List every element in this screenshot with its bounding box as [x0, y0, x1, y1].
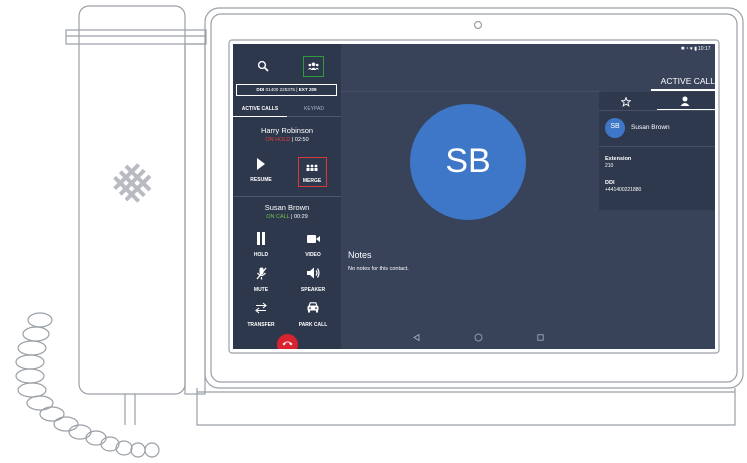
- video-button[interactable]: VIDEO: [293, 232, 333, 260]
- speaker-button[interactable]: SPEAKER: [293, 267, 333, 295]
- merge-button[interactable]: MERGE: [298, 157, 327, 187]
- speaker-label: SPEAKER: [300, 287, 326, 293]
- play-icon: [257, 158, 265, 170]
- call2-status: ON CALL: [266, 214, 290, 220]
- contact-ddi-label: DDI: [605, 180, 615, 186]
- extension-label: Extension: [605, 156, 632, 162]
- transfer-icon: [255, 302, 267, 314]
- hold-label: HOLD: [253, 252, 269, 258]
- sidebar: DDI 01400 225375 | EXT 209 ACTIVE CALLS …: [233, 44, 341, 349]
- ext-number: 209: [308, 87, 317, 92]
- search-icon[interactable]: [257, 60, 269, 72]
- notes-text: No notes for this contact.: [348, 266, 409, 272]
- merge-icon: [306, 164, 318, 171]
- extension-value: 210: [605, 163, 614, 169]
- nav-home-icon[interactable]: [474, 333, 483, 342]
- speaker-icon: [307, 267, 320, 279]
- mute-button[interactable]: MUTE: [241, 267, 281, 295]
- brand-logo-icon: [113, 163, 152, 203]
- status-bar-time: 10:17: [698, 46, 711, 52]
- contact-ddi-value: +441400221880: [605, 187, 642, 193]
- tab-keypad[interactable]: KEYPAD: [287, 102, 341, 117]
- park-call-button[interactable]: PARK CALL: [293, 302, 333, 330]
- contact-small-avatar: SB: [605, 118, 625, 138]
- contact-tabs-divider: [599, 110, 715, 111]
- call2-timer: 00:29: [294, 214, 308, 220]
- mute-icon: [256, 267, 267, 280]
- transfer-label: TRANSFER: [247, 322, 275, 328]
- hangup-icon: [282, 341, 293, 346]
- call-divider: [233, 196, 341, 197]
- device-screen: ⌒ ⚡ ✱ ⁴ ♥ ▮ 10:17 DDI 01400 225375 | EXT…: [233, 44, 715, 349]
- status-bar-right-icons: ✱ ⁴ ♥ ▮: [680, 46, 697, 52]
- resume-label: RESUME: [250, 177, 272, 183]
- large-avatar-initials: SB: [445, 142, 491, 180]
- favorite-star-icon[interactable]: [621, 97, 631, 107]
- call1-timer: 02:50: [294, 137, 309, 143]
- nav-recents-icon[interactable]: [537, 334, 544, 341]
- ext-label: EXT: [298, 87, 308, 92]
- tab-active-calls[interactable]: ACTIVE CALLS: [233, 102, 287, 117]
- merge-label: MERGE: [302, 178, 322, 184]
- end-call-button[interactable]: [277, 334, 298, 349]
- contact-panel: SB Susan Brown Extension 210 DDI +441400…: [599, 92, 715, 210]
- park-call-label: PARK CALL: [298, 322, 328, 328]
- hold-button[interactable]: HOLD: [241, 232, 281, 260]
- call2-status-row: ON CALL | 00:29: [266, 214, 308, 220]
- contact-divider: [599, 146, 715, 147]
- active-call-underline: [651, 89, 715, 91]
- call1-status-row: ON HOLD | 02:50: [265, 137, 309, 143]
- contact-small-avatar-initials: SB: [610, 123, 620, 130]
- contacts-group-icon: [308, 62, 319, 70]
- ddi-ext-box: DDI 01400 225375 | EXT 209: [236, 84, 337, 96]
- mute-label: MUTE: [253, 287, 269, 293]
- nav-back-icon[interactable]: [413, 334, 420, 341]
- video-icon: [307, 235, 320, 243]
- pause-icon: [257, 232, 265, 245]
- person-icon[interactable]: [680, 96, 690, 106]
- car-icon: [307, 302, 319, 313]
- header-divider: [341, 91, 601, 92]
- large-avatar: SB: [410, 104, 526, 220]
- contact-name: Susan Brown: [631, 124, 670, 131]
- resume-button[interactable]: RESUME: [241, 156, 281, 188]
- transfer-button[interactable]: TRANSFER: [241, 302, 281, 330]
- contacts-button[interactable]: [303, 56, 324, 77]
- active-call-tab[interactable]: ACTIVE CALL: [651, 76, 715, 90]
- notes-title: Notes: [348, 250, 372, 260]
- call1-status: ON HOLD: [265, 137, 291, 143]
- call1-name: Harry Robinson: [260, 126, 314, 135]
- call2-name: Susan Brown: [264, 203, 310, 212]
- ddi-label: DDI: [256, 87, 265, 92]
- video-label: VIDEO: [305, 252, 321, 258]
- ddi-number: 01400 225375: [265, 87, 295, 92]
